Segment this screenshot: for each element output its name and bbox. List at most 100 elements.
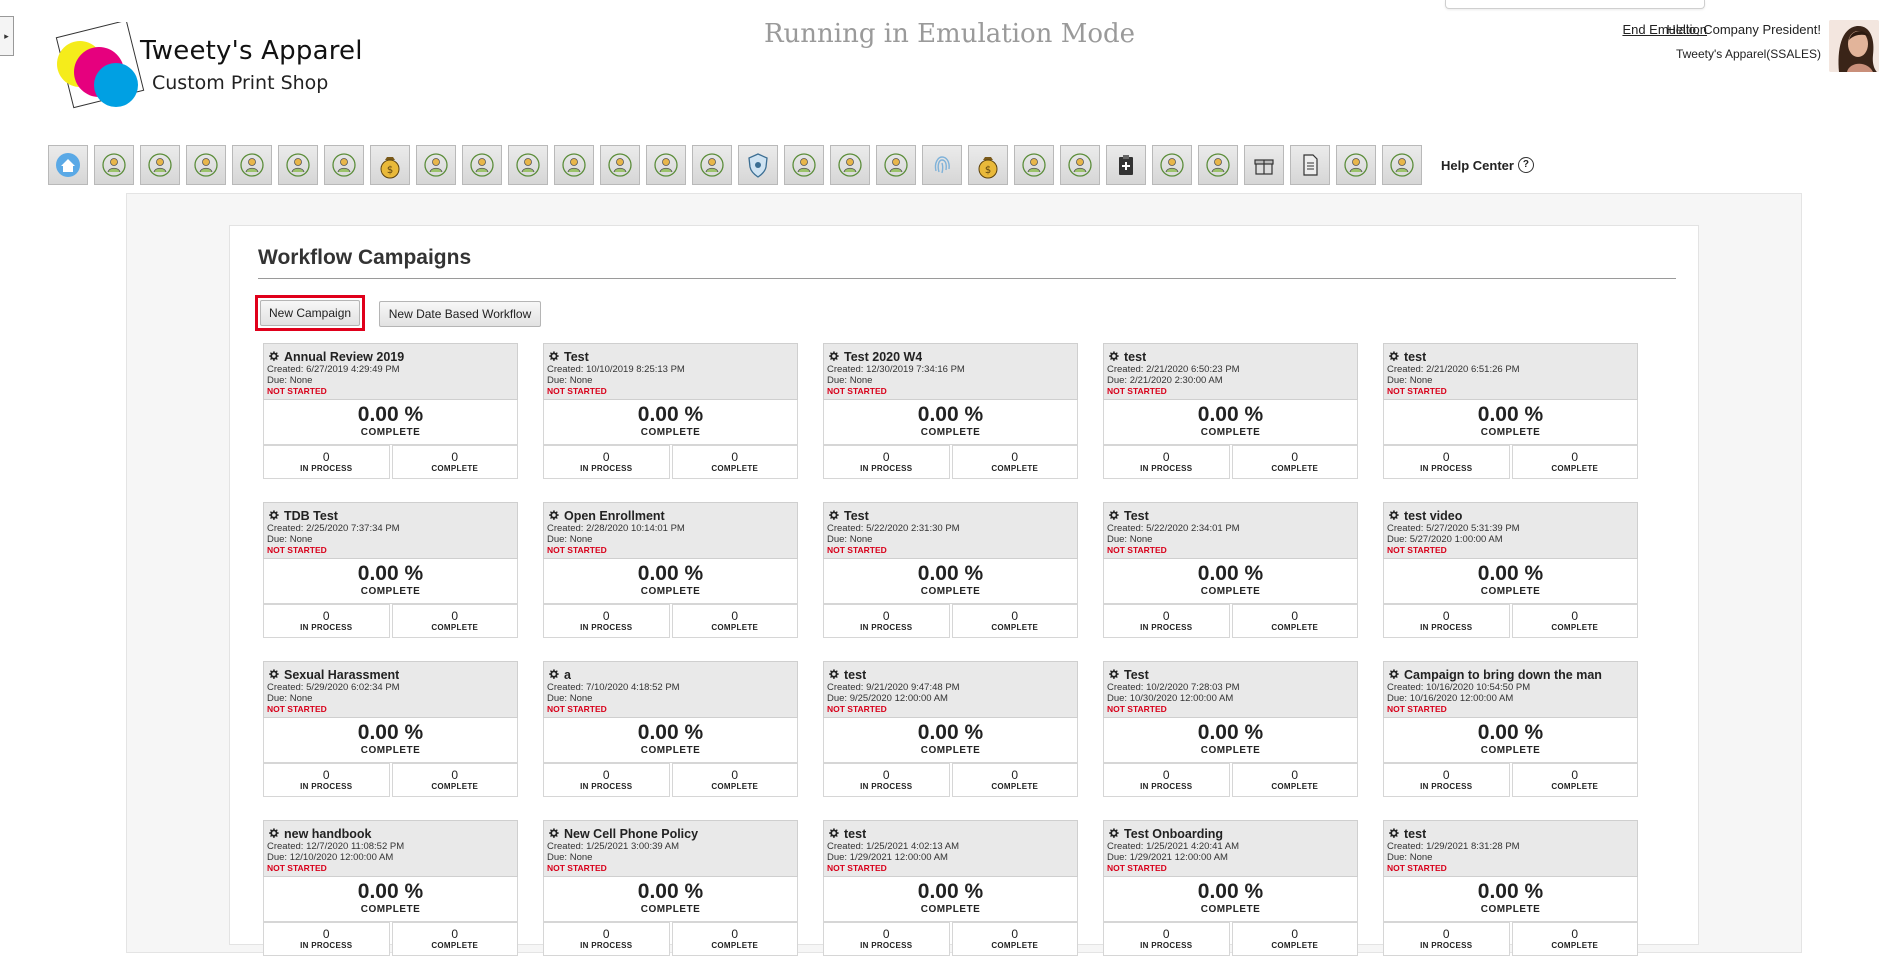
in-process-count-box[interactable]: 0 IN PROCESS [823,604,950,638]
campaign-card[interactable]: New Cell Phone Policy Created: 1/25/2021 … [543,820,798,956]
toolbar-button-18[interactable] [830,145,870,185]
campaign-title[interactable]: test [1404,350,1426,364]
complete-count-box[interactable]: 0 COMPLETE [1511,604,1638,638]
campaign-title[interactable]: Test [1124,668,1149,682]
complete-count-box[interactable]: 0 COMPLETE [391,922,518,956]
complete-count-box[interactable]: 0 COMPLETE [951,922,1078,956]
gear-icon[interactable] [1387,509,1400,522]
toolbar-button-23[interactable] [1060,145,1100,185]
toolbar-button-29[interactable] [1336,145,1376,185]
in-process-count-box[interactable]: 0 IN PROCESS [1383,922,1510,956]
toolbar-button-17[interactable] [784,145,824,185]
in-process-count-box[interactable]: 0 IN PROCESS [1103,445,1230,479]
toolbar-button-11[interactable] [508,145,548,185]
toolbar-button-7[interactable] [324,145,364,185]
gear-icon[interactable] [267,668,280,681]
toolbar-button-10[interactable] [462,145,502,185]
campaign-title[interactable]: New Cell Phone Policy [564,827,698,841]
campaign-card[interactable]: test Created: 2/21/2020 6:50:23 PM Due: 2/… [1103,343,1358,479]
toolbar-button-12[interactable] [554,145,594,185]
gear-icon[interactable] [547,827,560,840]
in-process-count-box[interactable]: 0 IN PROCESS [263,922,390,956]
toolbar-button-14[interactable] [646,145,686,185]
campaign-title[interactable]: test [1124,350,1146,364]
campaign-card[interactable]: Annual Review 2019 Created: 6/27/2019 4:2… [263,343,518,479]
gear-icon[interactable] [1387,827,1400,840]
complete-count-box[interactable]: 0 COMPLETE [951,445,1078,479]
in-process-count-box[interactable]: 0 IN PROCESS [263,763,390,797]
campaign-card[interactable]: test Created: 9/21/2020 9:47:48 PM Due: 9/… [823,661,1078,797]
complete-count-box[interactable]: 0 COMPLETE [671,604,798,638]
in-process-count-box[interactable]: 0 IN PROCESS [1383,445,1510,479]
gear-icon[interactable] [547,668,560,681]
toolbar-button-30[interactable] [1382,145,1422,185]
in-process-count-box[interactable]: 0 IN PROCESS [823,763,950,797]
campaign-card[interactable]: test Created: 1/29/2021 8:31:28 PM Due: No… [1383,820,1638,956]
complete-count-box[interactable]: 0 COMPLETE [951,604,1078,638]
toolbar-button-6[interactable] [278,145,318,185]
gear-icon[interactable] [547,509,560,522]
campaign-title[interactable]: Test Onboarding [1124,827,1223,841]
gear-icon[interactable] [827,668,840,681]
in-process-count-box[interactable]: 0 IN PROCESS [823,922,950,956]
new-date-based-workflow-button[interactable]: New Date Based Workflow [379,301,541,327]
toolbar-button-13[interactable] [600,145,640,185]
campaign-card[interactable]: new handbook Created: 12/7/2020 11:08:52 … [263,820,518,956]
campaign-title[interactable]: Test [1124,509,1149,523]
toolbar-button-1[interactable] [48,145,88,185]
gear-icon[interactable] [1107,509,1120,522]
gear-icon[interactable] [1107,668,1120,681]
toolbar-button-2[interactable] [94,145,134,185]
in-process-count-box[interactable]: 0 IN PROCESS [1103,604,1230,638]
in-process-count-box[interactable]: 0 IN PROCESS [1383,604,1510,638]
toolbar-button-4[interactable] [186,145,226,185]
campaign-title[interactable]: Sexual Harassment [284,668,399,682]
in-process-count-box[interactable]: 0 IN PROCESS [263,445,390,479]
campaign-title[interactable]: Test 2020 W4 [844,350,922,364]
in-process-count-box[interactable]: 0 IN PROCESS [543,445,670,479]
complete-count-box[interactable]: 0 COMPLETE [951,763,1078,797]
campaign-card[interactable]: Open Enrollment Created: 2/28/2020 10:14:… [543,502,798,638]
campaign-card[interactable]: a Created: 7/10/2020 4:18:52 PM Due: None N… [543,661,798,797]
complete-count-box[interactable]: 0 COMPLETE [671,922,798,956]
complete-count-box[interactable]: 0 COMPLETE [1231,922,1358,956]
campaign-card[interactable]: Campaign to bring down the man Created: 1… [1383,661,1638,797]
campaign-card[interactable]: Test Onboarding Created: 1/25/2021 4:20:4… [1103,820,1358,956]
toolbar-button-3[interactable] [140,145,180,185]
campaign-card[interactable]: test Created: 2/21/2020 6:51:26 PM Due: No… [1383,343,1638,479]
toolbar-button-25[interactable] [1152,145,1192,185]
complete-count-box[interactable]: 0 COMPLETE [1231,445,1358,479]
in-process-count-box[interactable]: 0 IN PROCESS [263,604,390,638]
toolbar-button-27[interactable] [1244,145,1284,185]
complete-count-box[interactable]: 0 COMPLETE [1231,763,1358,797]
toolbar-button-16[interactable] [738,145,778,185]
toolbar-button-15[interactable] [692,145,732,185]
avatar[interactable] [1829,20,1879,72]
gear-icon[interactable] [1387,350,1400,363]
gear-icon[interactable] [267,827,280,840]
in-process-count-box[interactable]: 0 IN PROCESS [543,763,670,797]
campaign-card[interactable]: test video Created: 5/27/2020 5:31:39 PM D… [1383,502,1638,638]
toolbar-button-8[interactable]: $ [370,145,410,185]
toolbar-button-5[interactable] [232,145,272,185]
gear-icon[interactable] [267,350,280,363]
complete-count-box[interactable]: 0 COMPLETE [391,604,518,638]
campaign-title[interactable]: Annual Review 2019 [284,350,404,364]
complete-count-box[interactable]: 0 COMPLETE [671,445,798,479]
campaign-title[interactable]: test [1404,827,1426,841]
gear-icon[interactable] [547,350,560,363]
in-process-count-box[interactable]: 0 IN PROCESS [1383,763,1510,797]
toolbar-button-28[interactable] [1290,145,1330,185]
toolbar-button-21[interactable]: $ [968,145,1008,185]
campaign-title[interactable]: test [844,668,866,682]
help-center-link[interactable]: Help Center ? [1441,157,1534,173]
toolbar-button-19[interactable] [876,145,916,185]
campaign-title[interactable]: Open Enrollment [564,509,665,523]
toolbar-button-26[interactable] [1198,145,1238,185]
gear-icon[interactable] [267,509,280,522]
campaign-title[interactable]: Campaign to bring down the man [1404,668,1602,682]
gear-icon[interactable] [827,350,840,363]
campaign-card[interactable]: Test Created: 5/22/2020 2:34:01 PM Due: No… [1103,502,1358,638]
gear-icon[interactable] [827,509,840,522]
campaign-card[interactable]: Test Created: 10/10/2019 8:25:13 PM Due: N… [543,343,798,479]
